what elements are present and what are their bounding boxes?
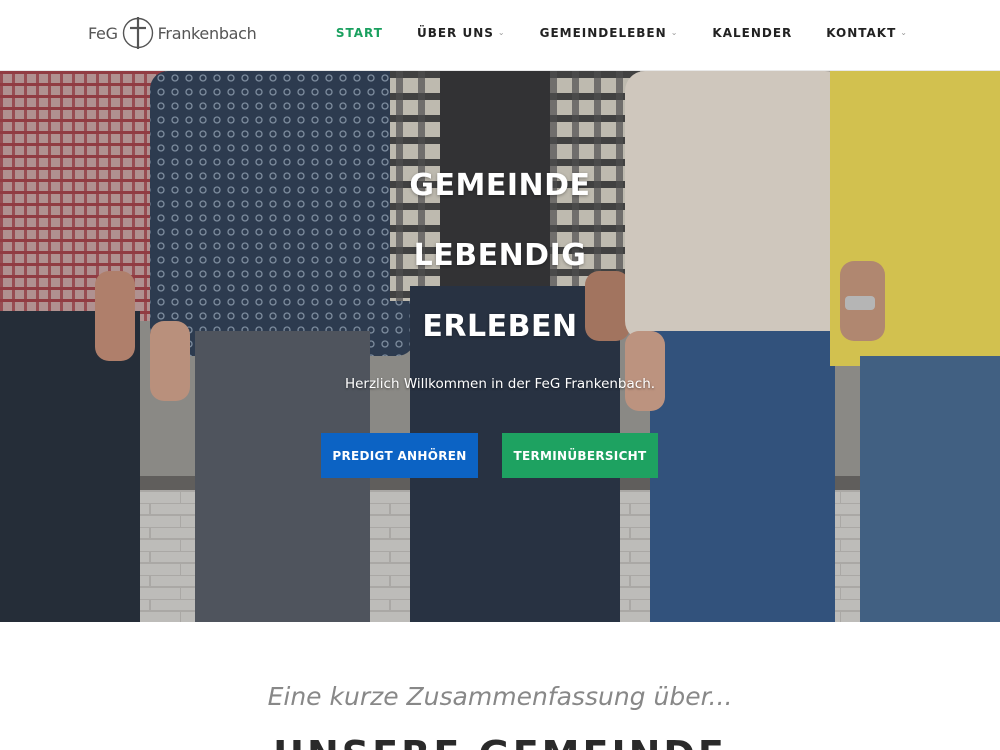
terminuebersicht-button[interactable]: TERMINÜBERSICHT <box>502 433 658 478</box>
logo-text-right: Frankenbach <box>157 23 257 43</box>
nav-item-kontakt[interactable]: KONTAKT ⌄ <box>826 26 908 40</box>
main-nav: START ÜBER UNS ⌄ GEMEINDELEBEN ⌄ KALENDE… <box>336 0 908 65</box>
predigt-anhoeren-button[interactable]: PREDIGT ANHÖREN <box>321 433 478 478</box>
chevron-down-icon: ⌄ <box>900 28 908 37</box>
chevron-down-icon: ⌄ <box>670 28 679 37</box>
nav-item-label: GEMEINDELEBEN <box>539 25 667 40</box>
nav-item-gemeindeleben[interactable]: GEMEINDELEBEN ⌄ <box>540 26 679 40</box>
hero-section: GEMEINDE LEBENDIG ERLEBEN Herzlich Willk… <box>0 71 1000 622</box>
hero-title-line: GEMEINDE <box>409 168 591 203</box>
nav-item-start[interactable]: START <box>336 26 383 40</box>
nav-item-label: ÜBER UNS <box>416 25 494 40</box>
chevron-down-icon: ⌄ <box>497 28 506 37</box>
logo-text-left: FeG <box>88 23 118 43</box>
hero-overlay <box>0 71 1000 622</box>
hero-title-line: LEBENDIG <box>413 238 587 273</box>
nav-item-kalender[interactable]: KALENDER <box>712 26 792 40</box>
button-label: TERMINÜBERSICHT <box>513 448 647 463</box>
section-heading: UNSERE GEMEINDE <box>0 733 1000 750</box>
site-logo[interactable]: FeG Frankenbach <box>88 15 257 51</box>
nav-item-label: START <box>335 25 383 40</box>
nav-item-ueber-uns[interactable]: ÜBER UNS ⌄ <box>417 26 506 40</box>
nav-item-label: KALENDER <box>712 25 793 40</box>
button-label: PREDIGT ANHÖREN <box>332 448 467 463</box>
nav-item-label: KONTAKT <box>826 25 897 40</box>
cross-icon <box>122 17 153 49</box>
site-header: FeG Frankenbach START ÜBER UNS ⌄ GEMEIND… <box>0 0 1000 71</box>
hero-title-line: ERLEBEN <box>422 309 578 344</box>
section-intro: Eine kurze Zusammenfassung über... <box>267 682 733 711</box>
hero-subtitle: Herzlich Willkommen in der FeG Frankenba… <box>344 376 656 392</box>
